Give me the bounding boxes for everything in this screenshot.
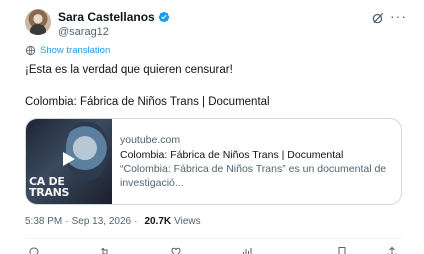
divider — [25, 238, 402, 239]
author-display-name[interactable]: Sara Castellanos — [58, 10, 155, 24]
stats-icon[interactable] — [240, 246, 254, 254]
video-thumbnail[interactable]: CA DE TRANS — [26, 119, 112, 204]
meta-separator: · — [65, 216, 69, 227]
like-icon[interactable] — [169, 246, 183, 254]
card-title[interactable]: Colombia: Fábrica de Niños Trans | Docum… — [120, 148, 392, 162]
tweet-text-line: ¡Esta es la verdad que quieren censurar! — [25, 64, 233, 76]
card-body: youtube.com Colombia: Fábrica de Niños T… — [112, 119, 392, 204]
views-count[interactable]: 20.7K — [144, 216, 171, 227]
grok-icon[interactable] — [371, 11, 385, 25]
show-translation-link[interactable]: Show translation — [25, 45, 110, 56]
views-label: Views — [174, 216, 201, 227]
globe-icon — [25, 45, 36, 56]
author-name-row[interactable]: Sara Castellanos — [58, 10, 170, 24]
meta-separator: · — [134, 216, 138, 227]
author-handle[interactable]: @sarag12 — [58, 26, 109, 38]
link-preview-card[interactable]: CA DE TRANS youtube.com Colombia: Fábric… — [25, 118, 402, 205]
thumbnail-title: CA DE TRANS — [29, 176, 69, 198]
tweet-meta: 5:38 PM · Sep 13, 2026 · 20.7K Views — [25, 216, 201, 227]
play-icon[interactable] — [62, 151, 76, 167]
share-icon[interactable] — [385, 246, 399, 254]
tweet-time[interactable]: 5:38 PM — [25, 216, 62, 227]
show-translation-label[interactable]: Show translation — [40, 45, 110, 56]
verified-badge-icon — [158, 11, 169, 23]
avatar[interactable] — [25, 9, 51, 35]
action-bar — [25, 246, 402, 254]
tweet-header: Sara Castellanos @sarag12 ··· — [25, 9, 406, 39]
card-domain: youtube.com — [120, 134, 181, 146]
card-description: “Colombia: Fábrica de Niños Trans” es un… — [120, 163, 387, 189]
thumbnail-title-line: TRANS — [29, 186, 70, 199]
tweet-text-line: Colombia: Fábrica de Niños Trans | Docum… — [25, 96, 270, 108]
tweet-date[interactable]: Sep 13, 2026 — [72, 216, 132, 227]
bookmark-icon[interactable] — [335, 246, 349, 254]
tweet-text: ¡Esta es la verdad que quieren censurar!… — [25, 62, 395, 110]
more-icon[interactable]: ··· — [390, 9, 406, 24]
reply-icon[interactable] — [27, 246, 41, 254]
repost-icon[interactable] — [98, 246, 112, 254]
